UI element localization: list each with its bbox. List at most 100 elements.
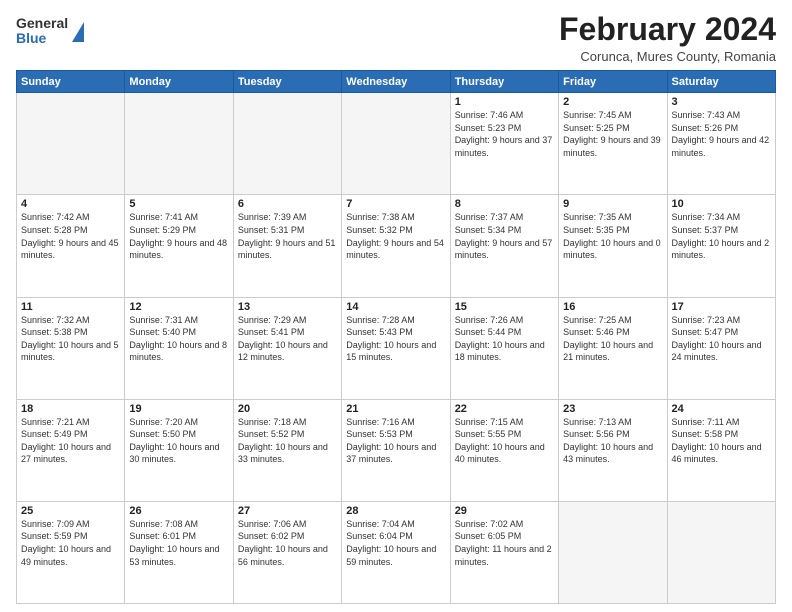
table-row: 9Sunrise: 7:35 AM Sunset: 5:35 PM Daylig… (559, 195, 667, 297)
col-sunday: Sunday (17, 71, 125, 93)
table-row: 8Sunrise: 7:37 AM Sunset: 5:34 PM Daylig… (450, 195, 558, 297)
calendar-table: Sunday Monday Tuesday Wednesday Thursday… (16, 70, 776, 604)
calendar-week-row: 18Sunrise: 7:21 AM Sunset: 5:49 PM Dayli… (17, 399, 776, 501)
day-info: Sunrise: 7:35 AM Sunset: 5:35 PM Dayligh… (563, 211, 662, 261)
day-info: Sunrise: 7:09 AM Sunset: 5:59 PM Dayligh… (21, 518, 120, 568)
table-row: 11Sunrise: 7:32 AM Sunset: 5:38 PM Dayli… (17, 297, 125, 399)
day-info: Sunrise: 7:23 AM Sunset: 5:47 PM Dayligh… (672, 314, 771, 364)
day-number: 6 (238, 198, 337, 210)
day-number: 29 (455, 505, 554, 517)
day-number: 11 (21, 301, 120, 313)
table-row: 23Sunrise: 7:13 AM Sunset: 5:56 PM Dayli… (559, 399, 667, 501)
table-row: 18Sunrise: 7:21 AM Sunset: 5:49 PM Dayli… (17, 399, 125, 501)
table-row: 21Sunrise: 7:16 AM Sunset: 5:53 PM Dayli… (342, 399, 450, 501)
table-row: 25Sunrise: 7:09 AM Sunset: 5:59 PM Dayli… (17, 501, 125, 603)
month-title: February 2024 (559, 12, 776, 47)
day-info: Sunrise: 7:29 AM Sunset: 5:41 PM Dayligh… (238, 314, 337, 364)
logo-text: General Blue (16, 16, 68, 47)
table-row (233, 93, 341, 195)
logo-blue-text: Blue (16, 31, 68, 46)
day-number: 12 (129, 301, 228, 313)
day-number: 4 (21, 198, 120, 210)
table-row: 28Sunrise: 7:04 AM Sunset: 6:04 PM Dayli… (342, 501, 450, 603)
col-wednesday: Wednesday (342, 71, 450, 93)
day-number: 26 (129, 505, 228, 517)
table-row: 27Sunrise: 7:06 AM Sunset: 6:02 PM Dayli… (233, 501, 341, 603)
day-info: Sunrise: 7:37 AM Sunset: 5:34 PM Dayligh… (455, 211, 554, 261)
day-number: 10 (672, 198, 771, 210)
table-row: 13Sunrise: 7:29 AM Sunset: 5:41 PM Dayli… (233, 297, 341, 399)
table-row: 12Sunrise: 7:31 AM Sunset: 5:40 PM Dayli… (125, 297, 233, 399)
header: General Blue February 2024 Corunca, Mure… (16, 12, 776, 64)
day-number: 17 (672, 301, 771, 313)
day-number: 2 (563, 96, 662, 108)
day-info: Sunrise: 7:08 AM Sunset: 6:01 PM Dayligh… (129, 518, 228, 568)
day-info: Sunrise: 7:28 AM Sunset: 5:43 PM Dayligh… (346, 314, 445, 364)
table-row (667, 501, 775, 603)
table-row: 4Sunrise: 7:42 AM Sunset: 5:28 PM Daylig… (17, 195, 125, 297)
calendar-week-row: 25Sunrise: 7:09 AM Sunset: 5:59 PM Dayli… (17, 501, 776, 603)
day-info: Sunrise: 7:18 AM Sunset: 5:52 PM Dayligh… (238, 416, 337, 466)
location-title: Corunca, Mures County, Romania (559, 49, 776, 64)
day-info: Sunrise: 7:21 AM Sunset: 5:49 PM Dayligh… (21, 416, 120, 466)
table-row: 10Sunrise: 7:34 AM Sunset: 5:37 PM Dayli… (667, 195, 775, 297)
day-info: Sunrise: 7:15 AM Sunset: 5:55 PM Dayligh… (455, 416, 554, 466)
day-info: Sunrise: 7:45 AM Sunset: 5:25 PM Dayligh… (563, 109, 662, 159)
table-row: 22Sunrise: 7:15 AM Sunset: 5:55 PM Dayli… (450, 399, 558, 501)
table-row: 14Sunrise: 7:28 AM Sunset: 5:43 PM Dayli… (342, 297, 450, 399)
calendar-week-row: 1Sunrise: 7:46 AM Sunset: 5:23 PM Daylig… (17, 93, 776, 195)
calendar-week-row: 4Sunrise: 7:42 AM Sunset: 5:28 PM Daylig… (17, 195, 776, 297)
day-info: Sunrise: 7:13 AM Sunset: 5:56 PM Dayligh… (563, 416, 662, 466)
table-row: 29Sunrise: 7:02 AM Sunset: 6:05 PM Dayli… (450, 501, 558, 603)
day-info: Sunrise: 7:16 AM Sunset: 5:53 PM Dayligh… (346, 416, 445, 466)
day-number: 8 (455, 198, 554, 210)
day-number: 21 (346, 403, 445, 415)
day-number: 5 (129, 198, 228, 210)
table-row: 17Sunrise: 7:23 AM Sunset: 5:47 PM Dayli… (667, 297, 775, 399)
table-row: 5Sunrise: 7:41 AM Sunset: 5:29 PM Daylig… (125, 195, 233, 297)
day-info: Sunrise: 7:41 AM Sunset: 5:29 PM Dayligh… (129, 211, 228, 261)
col-friday: Friday (559, 71, 667, 93)
table-row (17, 93, 125, 195)
day-number: 22 (455, 403, 554, 415)
table-row (342, 93, 450, 195)
day-number: 18 (21, 403, 120, 415)
table-row: 7Sunrise: 7:38 AM Sunset: 5:32 PM Daylig… (342, 195, 450, 297)
table-row: 20Sunrise: 7:18 AM Sunset: 5:52 PM Dayli… (233, 399, 341, 501)
logo: General Blue (16, 16, 84, 47)
day-info: Sunrise: 7:43 AM Sunset: 5:26 PM Dayligh… (672, 109, 771, 159)
day-number: 24 (672, 403, 771, 415)
day-info: Sunrise: 7:26 AM Sunset: 5:44 PM Dayligh… (455, 314, 554, 364)
table-row: 15Sunrise: 7:26 AM Sunset: 5:44 PM Dayli… (450, 297, 558, 399)
table-row: 19Sunrise: 7:20 AM Sunset: 5:50 PM Dayli… (125, 399, 233, 501)
day-info: Sunrise: 7:02 AM Sunset: 6:05 PM Dayligh… (455, 518, 554, 568)
table-row: 26Sunrise: 7:08 AM Sunset: 6:01 PM Dayli… (125, 501, 233, 603)
table-row (125, 93, 233, 195)
day-info: Sunrise: 7:11 AM Sunset: 5:58 PM Dayligh… (672, 416, 771, 466)
col-monday: Monday (125, 71, 233, 93)
col-thursday: Thursday (450, 71, 558, 93)
day-number: 14 (346, 301, 445, 313)
table-row: 1Sunrise: 7:46 AM Sunset: 5:23 PM Daylig… (450, 93, 558, 195)
day-number: 13 (238, 301, 337, 313)
day-info: Sunrise: 7:32 AM Sunset: 5:38 PM Dayligh… (21, 314, 120, 364)
day-number: 27 (238, 505, 337, 517)
day-number: 7 (346, 198, 445, 210)
day-info: Sunrise: 7:34 AM Sunset: 5:37 PM Dayligh… (672, 211, 771, 261)
calendar-header-row: Sunday Monday Tuesday Wednesday Thursday… (17, 71, 776, 93)
table-row: 6Sunrise: 7:39 AM Sunset: 5:31 PM Daylig… (233, 195, 341, 297)
day-number: 9 (563, 198, 662, 210)
day-info: Sunrise: 7:38 AM Sunset: 5:32 PM Dayligh… (346, 211, 445, 261)
day-number: 28 (346, 505, 445, 517)
title-block: February 2024 Corunca, Mures County, Rom… (559, 12, 776, 64)
col-tuesday: Tuesday (233, 71, 341, 93)
day-info: Sunrise: 7:25 AM Sunset: 5:46 PM Dayligh… (563, 314, 662, 364)
day-number: 19 (129, 403, 228, 415)
day-info: Sunrise: 7:39 AM Sunset: 5:31 PM Dayligh… (238, 211, 337, 261)
table-row: 3Sunrise: 7:43 AM Sunset: 5:26 PM Daylig… (667, 93, 775, 195)
table-row: 2Sunrise: 7:45 AM Sunset: 5:25 PM Daylig… (559, 93, 667, 195)
day-info: Sunrise: 7:06 AM Sunset: 6:02 PM Dayligh… (238, 518, 337, 568)
day-number: 1 (455, 96, 554, 108)
day-info: Sunrise: 7:04 AM Sunset: 6:04 PM Dayligh… (346, 518, 445, 568)
day-number: 20 (238, 403, 337, 415)
